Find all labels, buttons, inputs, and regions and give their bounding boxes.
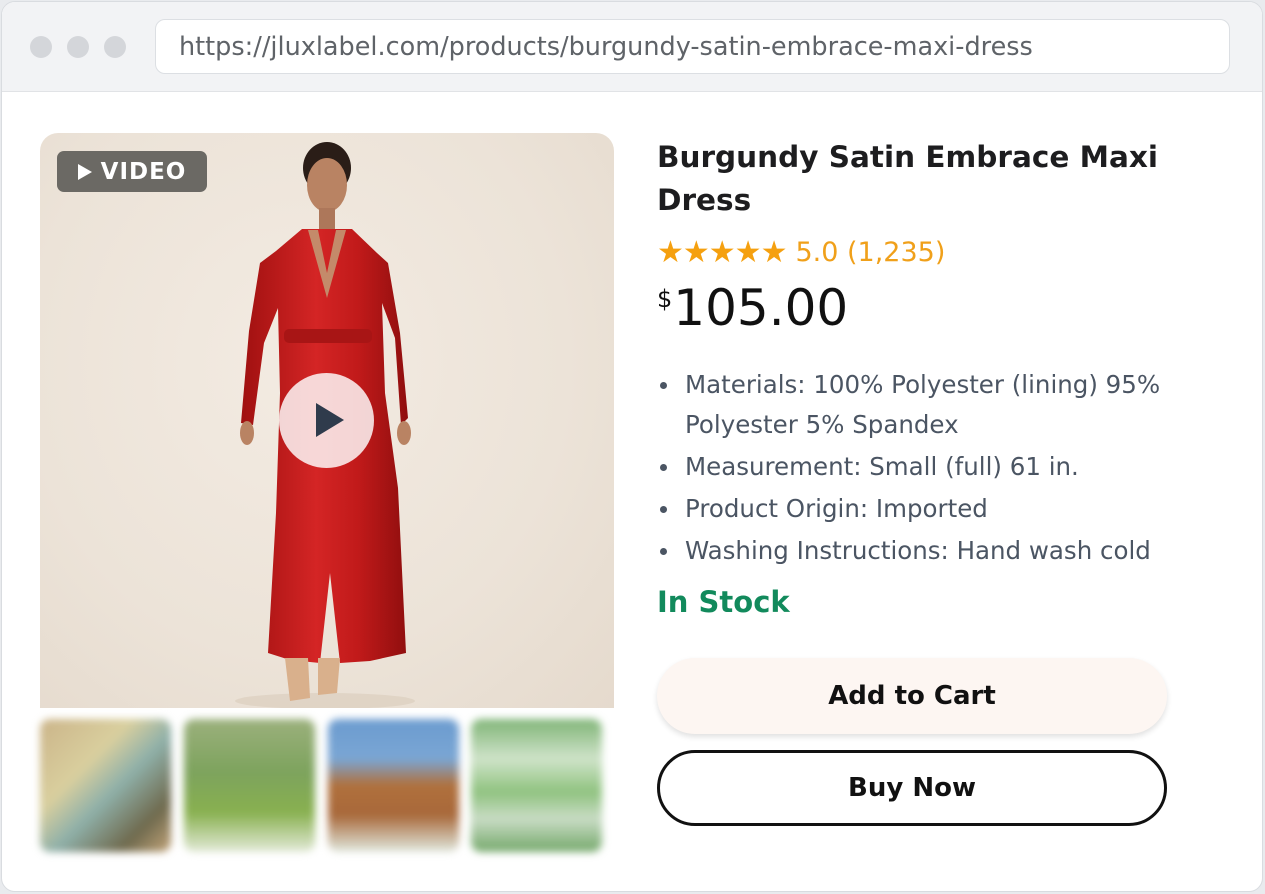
thumbnail-3[interactable] [328,719,459,852]
add-to-cart-button[interactable]: Add to Cart [657,658,1167,734]
rating-text[interactable]: 5.0 (1,235) [795,237,945,268]
star-rating-icon: ★★★★★ [657,235,787,270]
video-badge: VIDEO [57,151,207,192]
buy-now-button[interactable]: Buy Now [657,750,1167,826]
product-video[interactable]: VIDEO [40,133,614,708]
play-triangle-icon [77,163,92,180]
price-currency: $ [657,285,673,313]
detail-origin: Product Origin: Imported [660,489,1215,529]
window-close-dot[interactable] [30,36,52,58]
detail-materials: Materials: 100% Polyester (lining) 95% P… [660,365,1215,445]
thumbnail-2[interactable] [184,719,315,852]
video-badge-label: VIDEO [100,158,187,185]
browser-titlebar: https://jluxlabel.com/products/burgundy-… [2,2,1262,92]
product-rating[interactable]: ★★★★★ 5.0 (1,235) [657,235,945,270]
window-maximize-dot[interactable] [104,36,126,58]
price-amount: 105.00 [673,279,849,337]
product-details-list: Materials: 100% Polyester (lining) 95% P… [660,365,1215,573]
detail-washing: Washing Instructions: Hand wash cold [660,531,1215,571]
window-minimize-dot[interactable] [67,36,89,58]
browser-window: https://jluxlabel.com/products/burgundy-… [1,1,1263,892]
address-bar[interactable]: https://jluxlabel.com/products/burgundy-… [155,19,1230,74]
stock-status: In Stock [657,585,790,619]
thumbnail-4[interactable] [471,719,602,852]
play-button-icon[interactable] [279,373,374,468]
thumbnail-1[interactable] [40,719,171,852]
detail-measurement: Measurement: Small (full) 61 in. [660,447,1215,487]
product-title: Burgundy Satin Embrace Maxi Dress [657,140,1159,217]
product-price: $ 105.00 [657,279,848,337]
